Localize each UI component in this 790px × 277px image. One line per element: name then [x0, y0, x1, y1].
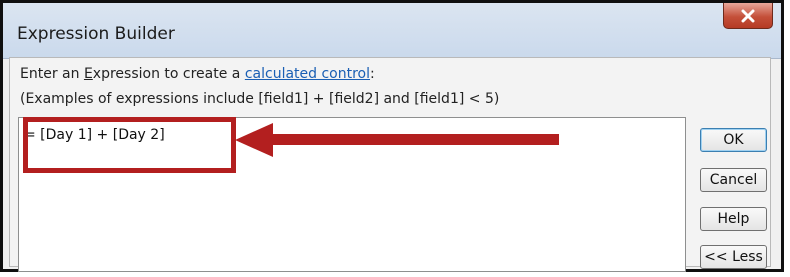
arrow-left-icon [235, 123, 559, 157]
less-button[interactable]: << Less [700, 245, 767, 269]
window-title: Expression Builder [17, 24, 175, 44]
title-bar: Expression Builder [3, 3, 781, 59]
close-icon [741, 9, 755, 22]
help-button[interactable]: Help [700, 207, 767, 231]
cancel-button[interactable]: Cancel [700, 168, 767, 192]
ok-button[interactable]: OK [700, 128, 767, 152]
close-button[interactable] [723, 3, 773, 29]
instruction-line-1: Enter an Expression to create a calculat… [20, 66, 375, 82]
instruction-line-2: (Examples of expressions include [field1… [20, 91, 500, 107]
annotation-highlight-box [23, 117, 236, 173]
calculated-control-link[interactable]: calculated control [245, 66, 370, 82]
